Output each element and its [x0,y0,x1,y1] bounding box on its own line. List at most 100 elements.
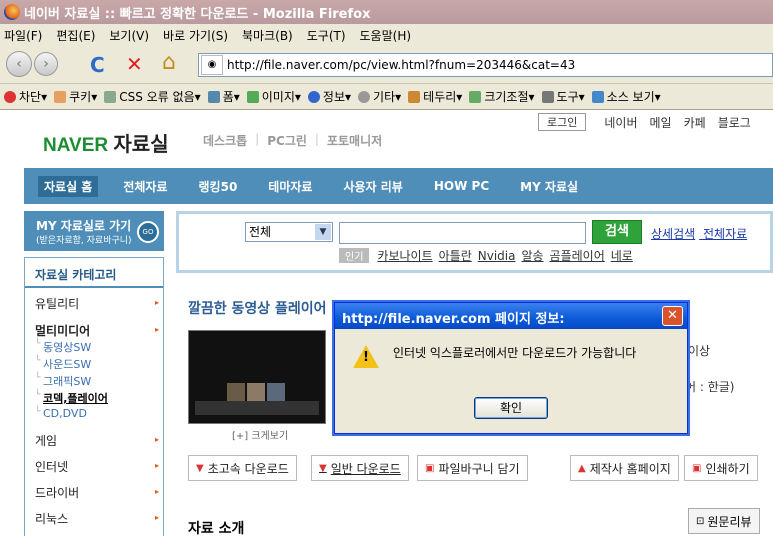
menu-bar: 파일(F) 편집(E) 보기(V) 바로 가기(S) 북마크(B) 도구(T) … [0,24,773,46]
subcategory-video[interactable]: 동영상SW [43,339,91,355]
search-scope-select[interactable]: 전체 ▼ [245,222,333,242]
content-title: 깔끔한 동영상 플레이어 [188,301,327,317]
maker-homepage-button[interactable]: ▲ 제작사 홈페이지 [570,455,679,481]
toolbar-item-tools[interactable]: 도구 ▾ [541,88,585,105]
all-files-link[interactable]: 전체자료 [703,227,747,241]
home-button[interactable]: ⌂ [162,50,176,75]
site-identity-icon[interactable]: ◉ [201,55,223,75]
url-bar[interactable]: ◉ http://file.naver.com/pc/view.html?fnu… [198,53,773,77]
subcategory-graphic[interactable]: 그래픽SW [43,373,91,389]
enlarge-link[interactable]: [+] 크게보기 [232,427,288,442]
fast-download-button[interactable]: ▼ 초고속 다운로드 [188,455,297,481]
misc-icon [358,90,371,103]
menu-tools[interactable]: 도구(T) [307,27,346,44]
print-button[interactable]: ▣ 인쇄하기 [684,455,758,481]
menu-help[interactable]: 도움말(H) [360,27,412,44]
menu-bookmarks[interactable]: 북마크(B) [242,27,293,44]
category-game[interactable]: 게임 [35,432,57,449]
toolbar-item-css[interactable]: CSS 오류 없음 ▾ [104,88,201,105]
toolbar-item-info[interactable]: 정보 ▾ [307,88,351,105]
toolbar-label: 쿠키 [69,90,92,104]
toolbar-item-outline[interactable]: 테두리 ▾ [408,88,462,105]
go-button[interactable]: GO [137,221,159,243]
my-library-subtitle: (받은자료함, 자료바구니) [36,236,132,246]
subcategory-cddvd[interactable]: CD,DVD [43,407,87,420]
file-basket-button[interactable]: ▣ 파일바구니 담기 [417,455,528,481]
wrench-icon [541,90,554,103]
link-naver[interactable]: 네이버 [604,114,637,131]
cookie-icon [54,90,67,103]
home-icon: ▲ [578,462,586,474]
toolbar-item-image[interactable]: 이미지 ▾ [246,88,301,105]
warning-icon: ! [353,345,379,368]
search-button[interactable]: 검색 [592,220,642,244]
nav-all[interactable]: 전체자료 [123,178,167,195]
advanced-search-link[interactable]: 상세검색 [651,227,695,241]
toolbar-item-resize[interactable]: 크기조절 ▾ [469,88,535,105]
normal-download-button[interactable]: ▼ 일반 다운로드 [311,455,409,481]
toolbar-item-cookie[interactable]: 쿠키 ▾ [54,88,97,105]
stop-button[interactable]: ✕ [126,52,143,76]
link-photomanager[interactable]: 포토매니저 [327,132,382,149]
menu-go[interactable]: 바로 가기(S) [163,27,228,44]
toolbar-label: 폼 [222,90,234,104]
toolbar-label: 소스 보기 [606,90,655,104]
category-multimedia[interactable]: 멀티미디어 [35,322,90,339]
toolbar-item-block[interactable]: 차단 ▾ [4,88,47,105]
popular-item[interactable]: Nvidia [478,249,516,263]
nav-howpc[interactable]: HOW PC [434,179,489,193]
original-review-button[interactable]: ⊡ 원문리뷰 [688,508,760,534]
dialog-close-button[interactable]: ✕ [662,306,683,326]
search-input[interactable] [339,222,586,244]
back-button[interactable]: ‹ [6,51,32,77]
download-icon: ▼ [196,462,204,474]
subcategory-codec[interactable]: 코덱,플레이어 [43,390,108,406]
toolbar-item-form[interactable]: 폼 ▾ [207,88,240,105]
my-library-banner[interactable]: MY 자료실로 가기 (받은자료함, 자료바구니) GO [24,211,164,251]
navigation-toolbar: ‹ › C ✕ ⌂ ◉ http://file.naver.com/pc/vie… [0,46,773,84]
nav-review[interactable]: 사용자 리뷰 [343,178,402,195]
image-icon [246,90,259,103]
nav-my[interactable]: MY 자료실 [520,178,578,195]
toolbar-item-source[interactable]: 소스 보기 ▾ [591,88,661,105]
nav-theme[interactable]: 테마자료 [268,178,312,195]
link-cafe[interactable]: 카페 [684,114,706,131]
category-linux[interactable]: 리눅스 [35,510,68,527]
language-text: 어 : 한글) [685,380,735,394]
category-panel: 자료실 카테고리 유틸리티 ▸ 멀티미디어 ▸ └ 동영상SW └ 사운드SW └ 그래픽… [24,257,164,536]
popular-item[interactable]: 알송 [521,247,543,264]
alert-dialog: http://file.naver.com 페이지 정보: ✕ ! 인터넷 익스… [334,302,688,434]
category-utility[interactable]: 유틸리티 [35,295,79,312]
window-title: 네이버 자료실 :: 빠르고 정확한 다운로드 - Mozilla Firefo… [24,6,371,22]
outline-icon [408,90,421,103]
login-button[interactable]: 로그인 [538,113,587,131]
toolbar-label: 크기조절 [484,90,529,104]
dialog-title: http://file.naver.com 페이지 정보: [335,303,687,329]
link-desktop[interactable]: 데스크톱 [203,132,247,149]
naver-logo[interactable]: NAVER 자료실 [43,128,169,157]
popular-item[interactable]: 아틀란 [439,247,472,264]
popular-item[interactable]: 네로 [611,247,633,264]
menu-edit[interactable]: 편집(E) [56,27,95,44]
screenshot-thumbnail[interactable] [188,330,326,424]
forward-button[interactable]: › [34,52,58,76]
top-links: 로그인 네이버 메일 카페 블로그 [538,113,763,131]
menu-file[interactable]: 파일(F) [4,27,42,44]
toolbar-item-misc[interactable]: 기타 ▾ [358,88,401,105]
reload-button[interactable]: C [90,53,105,77]
popular-item[interactable]: 카보나이트 [377,247,432,264]
my-library-title: MY 자료실로 가기 [36,219,132,233]
ok-button[interactable]: 확인 [474,397,548,419]
category-driver[interactable]: 드라이버 [35,484,79,501]
toolbar-label: CSS 오류 없음 [119,90,195,104]
link-blog[interactable]: 블로그 [718,114,751,131]
subcategory-sound[interactable]: 사운드SW [43,356,91,372]
popular-item[interactable]: 곰플레이어 [550,247,605,264]
source-icon [591,90,604,103]
link-pcgreen[interactable]: PC그린 [267,132,307,149]
nav-home[interactable]: 자료실 홈 [38,175,99,197]
link-mail[interactable]: 메일 [650,114,672,131]
category-internet[interactable]: 인터넷 [35,458,68,475]
nav-ranking[interactable]: 랭킹50 [199,178,238,195]
menu-view[interactable]: 보기(V) [109,27,149,44]
